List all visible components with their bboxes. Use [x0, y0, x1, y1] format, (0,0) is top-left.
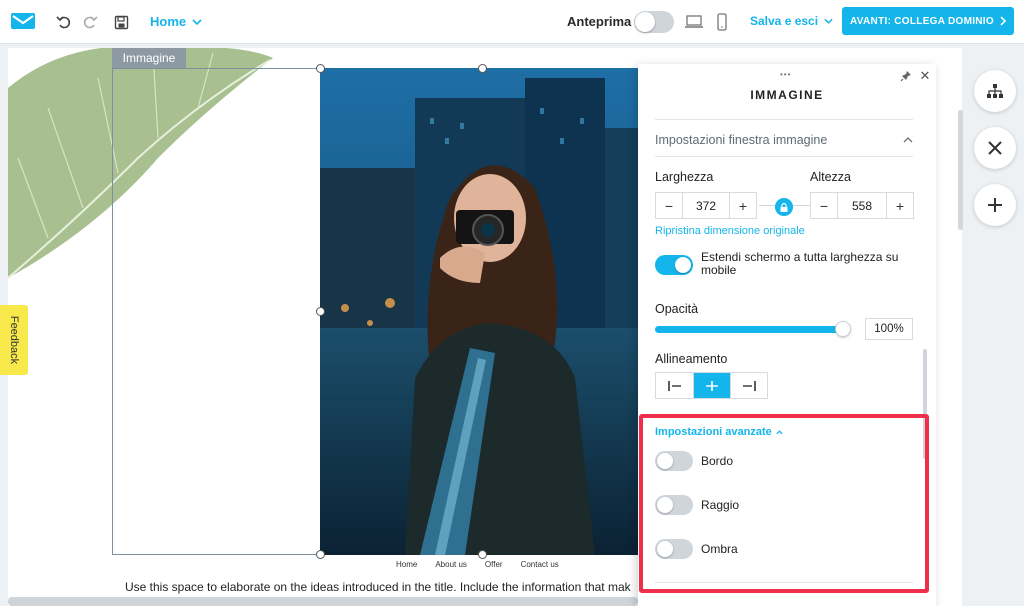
preview-toggle[interactable] [634, 11, 674, 33]
height-increase-button[interactable]: + [887, 193, 913, 218]
width-label: Larghezza [655, 170, 714, 184]
godaddy-logo-icon[interactable] [10, 11, 36, 31]
alignment-button-group [655, 372, 768, 399]
align-left-icon [667, 380, 681, 391]
footer-link-about[interactable]: About us [435, 560, 467, 569]
divider [655, 119, 913, 120]
divider [655, 156, 913, 157]
footer-link-offer[interactable]: Offer [485, 560, 503, 569]
aspect-lock-button[interactable] [775, 198, 793, 216]
chevron-right-icon [1000, 16, 1006, 26]
mobile-view-icon[interactable] [712, 12, 732, 32]
drag-handle-icon[interactable]: ••• [780, 70, 791, 79]
height-stepper: − 558 + [810, 192, 914, 219]
preview-label: Anteprima [567, 14, 632, 29]
resize-handle-bottom[interactable] [478, 550, 487, 559]
feedback-tab[interactable]: Feedback [0, 305, 28, 375]
panel-title: IMMAGINE [750, 88, 824, 102]
resize-handle-top-left[interactable] [316, 64, 325, 73]
page-selector-label: Home [150, 14, 187, 29]
desktop-view-icon[interactable] [684, 12, 704, 32]
image-block-tag: Immagine [112, 48, 186, 68]
photographer-photo[interactable] [320, 68, 640, 555]
tools-button[interactable] [974, 127, 1016, 169]
plus-icon [988, 198, 1002, 212]
chevron-down-icon [192, 18, 202, 25]
resize-handle-bottom-left[interactable] [316, 550, 325, 559]
next-button-label: AVANTI: COLLEGA DOMINIO [850, 15, 994, 27]
chevron-up-icon [903, 137, 913, 143]
redo-icon[interactable] [80, 12, 100, 32]
reset-original-size-link[interactable]: Ripristina dimensione originale [655, 225, 805, 237]
tools-cross-icon [988, 141, 1002, 155]
undo-icon[interactable] [54, 12, 74, 32]
top-bar: Home Anteprima Salva e esci AVANTI: COLL… [0, 0, 1024, 44]
section-title: Impostazioni finestra immagine [655, 133, 828, 147]
fullwidth-mobile-toggle[interactable] [655, 255, 693, 275]
image-window-settings-header[interactable]: Impostazioni finestra immagine [655, 133, 913, 147]
sitemap-icon [987, 84, 1003, 98]
opacity-slider-track[interactable] [655, 326, 843, 333]
body-text[interactable]: Use this space to elaborate on the ideas… [125, 580, 645, 594]
resize-handle-left[interactable] [316, 307, 325, 316]
height-input[interactable]: 558 [837, 193, 887, 218]
next-connect-domain-button[interactable]: AVANTI: COLLEGA DOMINIO [842, 7, 1014, 35]
height-label: Altezza [810, 170, 851, 184]
height-decrease-button[interactable]: − [811, 193, 837, 218]
opacity-slider-knob[interactable] [835, 321, 851, 337]
resize-handle-top[interactable] [478, 64, 487, 73]
add-section-button[interactable] [974, 184, 1016, 226]
chevron-down-icon [824, 18, 833, 24]
footer-link-home[interactable]: Home [396, 560, 417, 569]
opacity-label: Opacità [655, 302, 699, 316]
footer-nav: Home About us Offer Contact us [396, 560, 559, 569]
horizontal-scrollbar[interactable] [8, 597, 638, 606]
save-exit-label: Salva e esci [750, 14, 819, 28]
alignment-label: Allineamento [655, 352, 728, 366]
feedback-label: Feedback [8, 315, 20, 365]
align-center-icon [706, 380, 718, 391]
pin-icon[interactable] [900, 70, 912, 82]
lock-icon [780, 202, 788, 212]
site-structure-button[interactable] [974, 70, 1016, 112]
close-icon[interactable]: ✕ [918, 69, 932, 83]
vertical-scrollbar[interactable] [958, 110, 963, 230]
footer-link-contact[interactable]: Contact us [521, 560, 559, 569]
save-exit-dropdown[interactable]: Salva e esci [750, 14, 833, 28]
width-stepper: − 372 + [655, 192, 757, 219]
align-left-button[interactable] [656, 373, 693, 398]
align-right-icon [743, 380, 756, 391]
page-selector-dropdown[interactable]: Home [150, 14, 202, 29]
save-disk-icon[interactable] [111, 12, 131, 32]
advanced-settings-highlight [639, 414, 929, 593]
width-decrease-button[interactable]: − [656, 193, 682, 218]
align-center-button[interactable] [693, 373, 730, 398]
width-input[interactable]: 372 [682, 193, 730, 218]
width-increase-button[interactable]: + [730, 193, 756, 218]
align-right-button[interactable] [730, 373, 767, 398]
opacity-input[interactable]: 100% [865, 318, 913, 340]
fullwidth-mobile-label: Estendi schermo a tutta larghezza su mob… [701, 250, 899, 277]
